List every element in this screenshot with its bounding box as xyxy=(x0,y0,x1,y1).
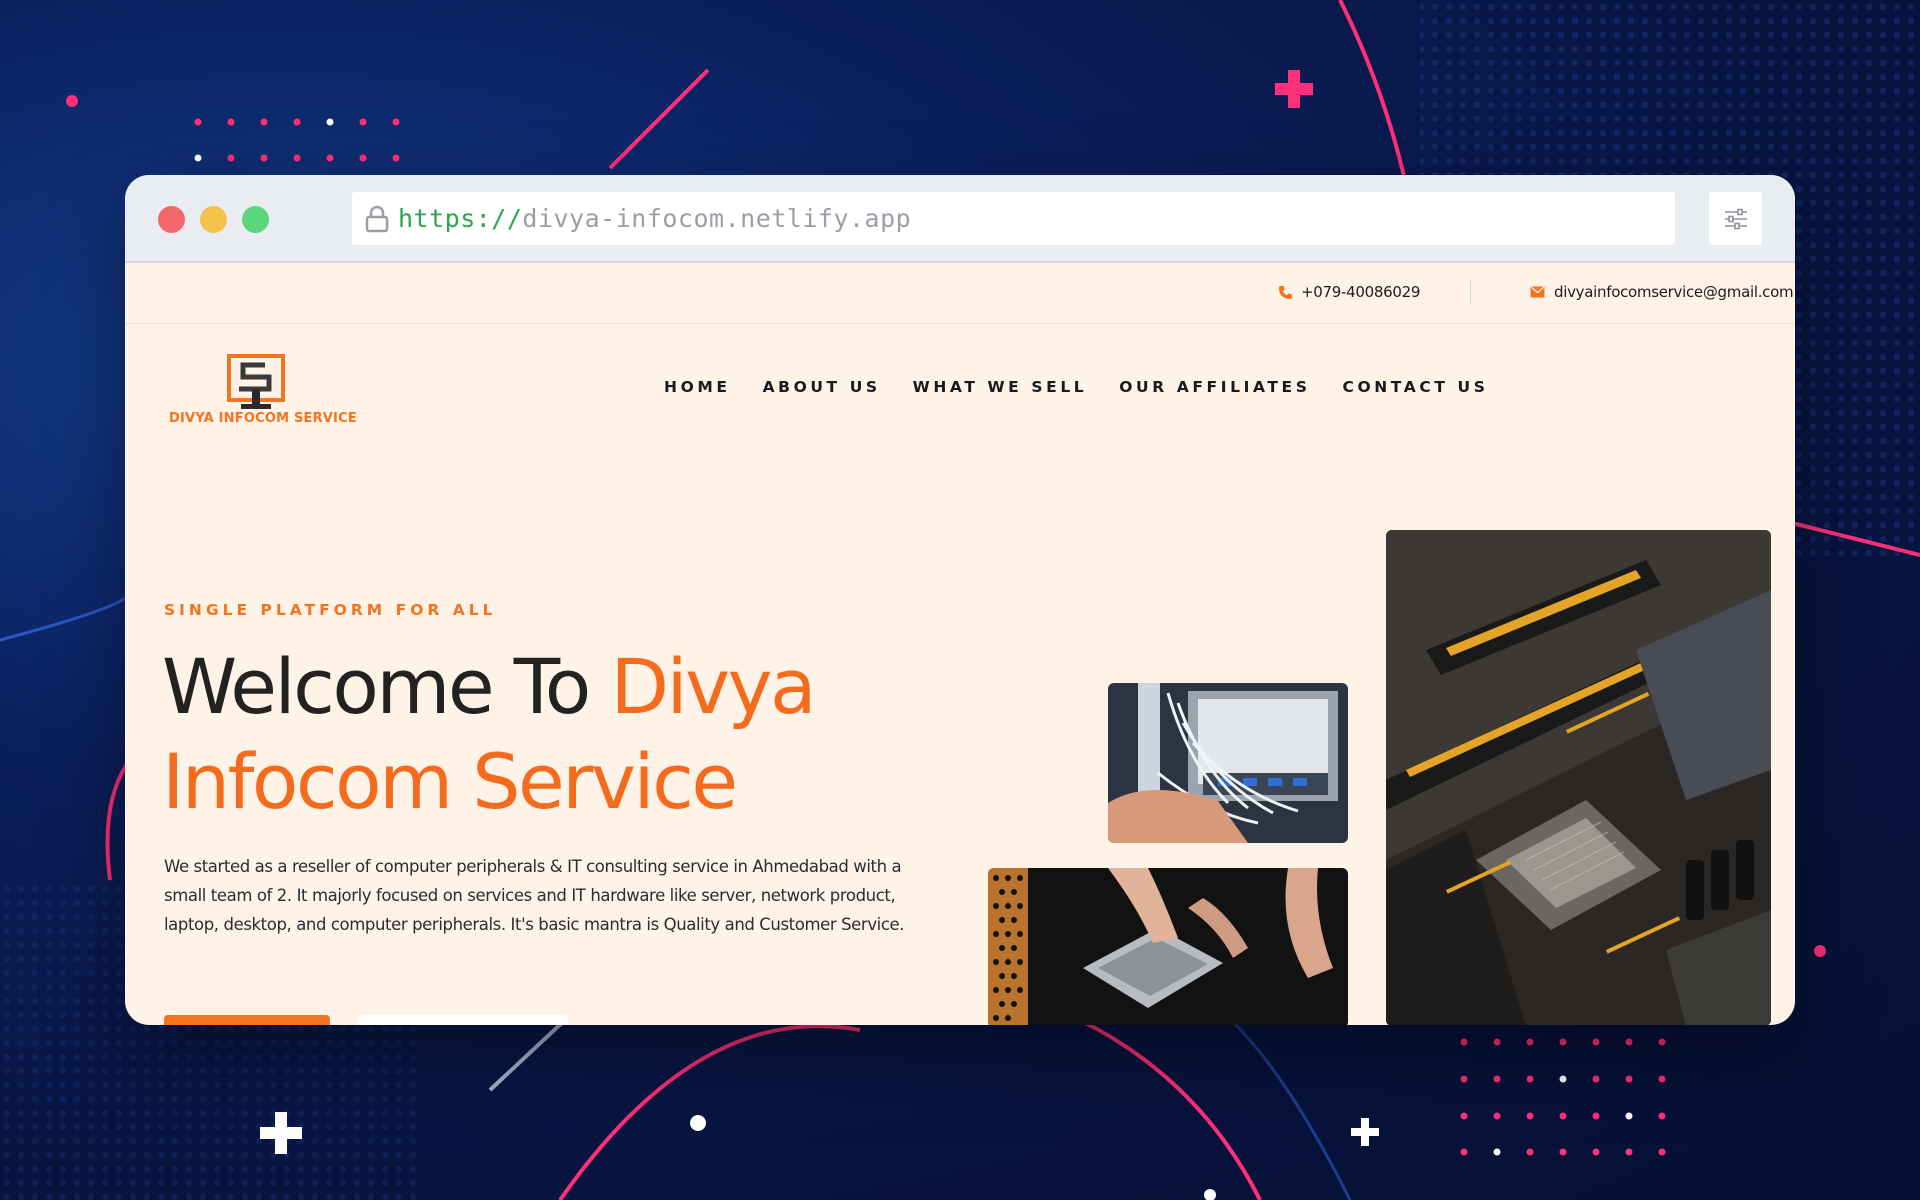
phone-contact[interactable]: +079-40086029 xyxy=(1278,283,1420,301)
motherboard-image xyxy=(1386,530,1771,1025)
hero-title-plain: Welcome To xyxy=(162,642,611,731)
settings-button[interactable] xyxy=(1709,192,1762,245)
nav-item-what-we-sell[interactable]: WHAT WE SELL xyxy=(913,378,1088,396)
nav-item-contact-us[interactable]: CONTACT US xyxy=(1342,378,1488,396)
logo-text: DIVYA INFOCOM SERVICE xyxy=(169,411,357,426)
nav-item-about-us[interactable]: ABOUT US xyxy=(763,378,881,396)
network-cabling-image xyxy=(1108,683,1348,843)
close-window-button[interactable] xyxy=(158,206,185,233)
maximize-window-button[interactable] xyxy=(242,206,269,233)
address-bar[interactable]: https://divya-infocom.netlify.app xyxy=(352,192,1675,245)
url-scheme: https:// xyxy=(398,204,523,233)
sliders-icon xyxy=(1724,208,1747,229)
hero-description: We started as a reseller of computer per… xyxy=(164,857,905,934)
url-text: https://divya-infocom.netlify.app xyxy=(398,204,911,233)
browser-window: https://divya-infocom.netlify.app +079-4… xyxy=(125,175,1795,1025)
url-host: divya-infocom.netlify.app xyxy=(522,204,912,233)
phone-icon xyxy=(1278,285,1293,299)
mail-icon xyxy=(1530,286,1545,298)
hard-drive-install-image xyxy=(988,868,1348,1025)
main-nav: HOME ABOUT US WHAT WE SELL OUR AFFILIATE… xyxy=(664,378,1520,396)
lock-icon xyxy=(365,205,389,233)
minimize-window-button[interactable] xyxy=(200,206,227,233)
email-contact[interactable]: divyainfocomservice@gmail.com xyxy=(1530,283,1794,301)
contact-topbar: +079-40086029 divyainfocomservice@gmail.… xyxy=(125,263,1795,324)
email-address: divyainfocomservice@gmail.com xyxy=(1554,283,1794,301)
browser-toolbar: https://divya-infocom.netlify.app xyxy=(125,175,1795,263)
hero-title: Welcome To Divya Infocom Service xyxy=(162,639,862,829)
topbar-divider xyxy=(1470,280,1471,304)
phone-number: +079-40086029 xyxy=(1301,283,1421,301)
nav-item-home[interactable]: HOME xyxy=(664,378,731,396)
primary-cta-button[interactable] xyxy=(164,1015,330,1025)
hero-eyebrow: SINGLE PLATFORM FOR ALL xyxy=(164,601,497,619)
nav-item-our-affiliates[interactable]: OUR AFFILIATES xyxy=(1119,378,1310,396)
secondary-cta-button[interactable] xyxy=(358,1015,568,1025)
